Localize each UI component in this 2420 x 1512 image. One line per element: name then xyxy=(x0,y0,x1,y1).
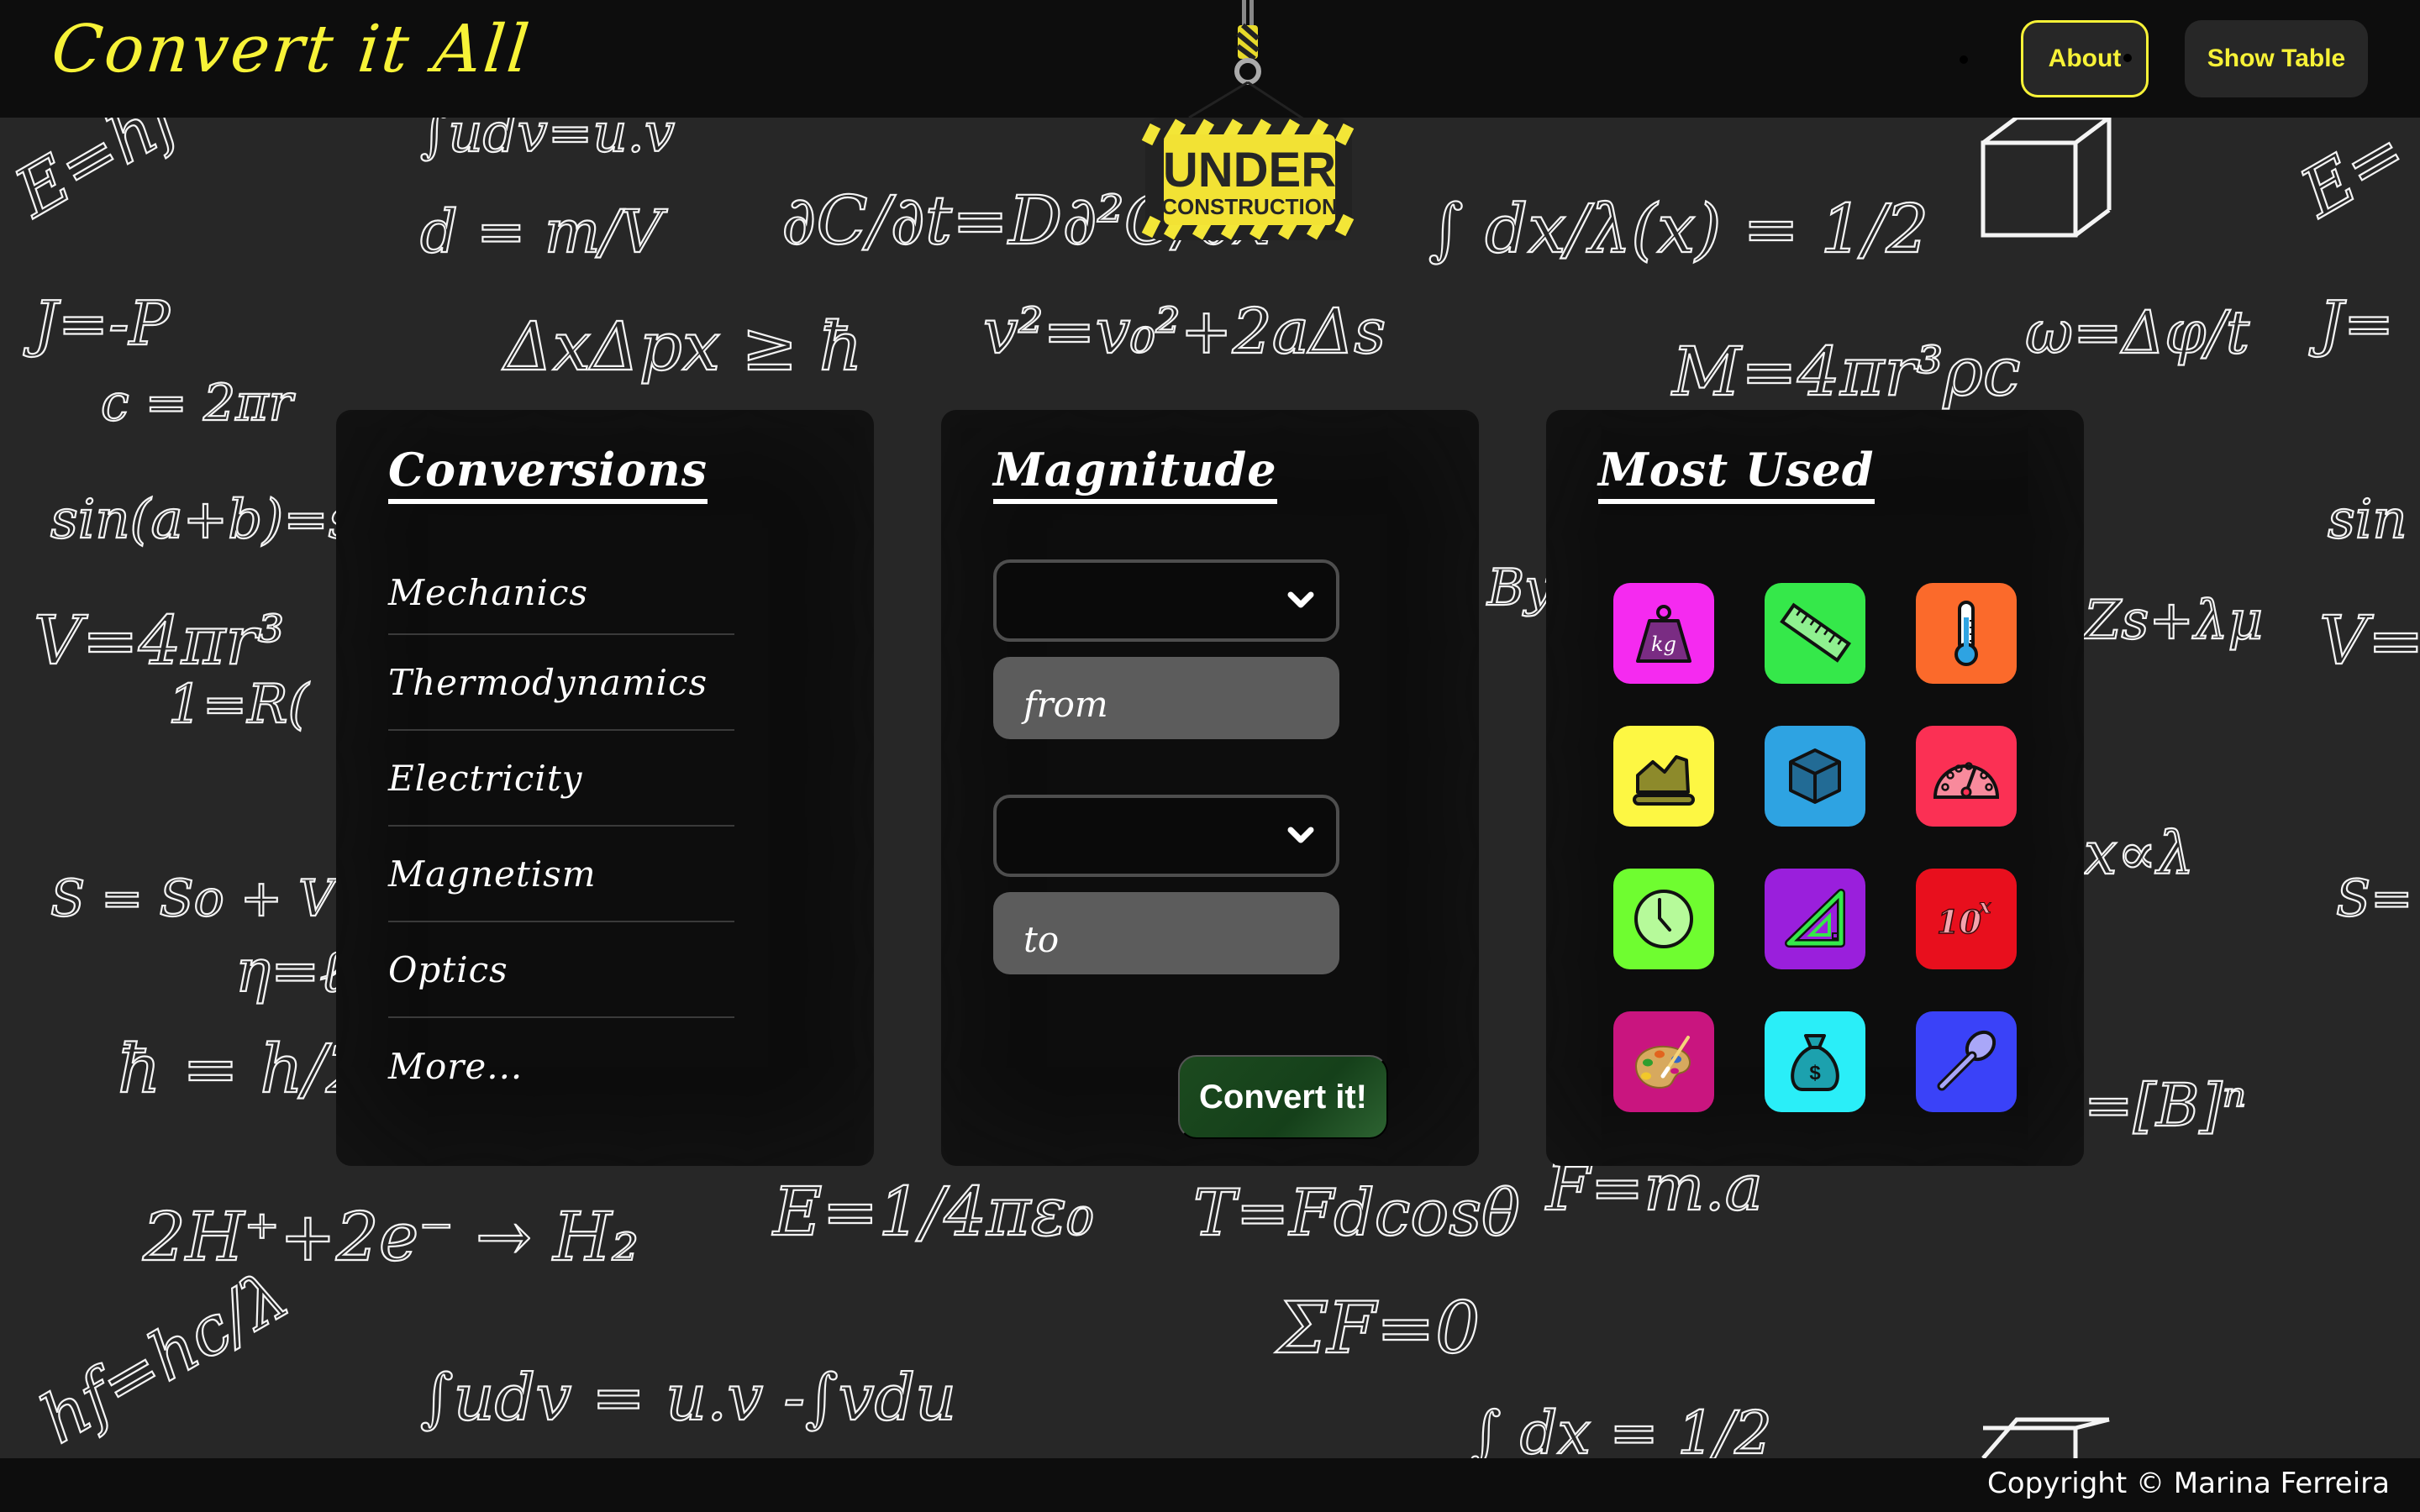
sign-line-2: CONSTRUCTION xyxy=(1161,194,1337,219)
to-value-input[interactable]: to xyxy=(993,892,1339,974)
color-palette-icon xyxy=(1634,1036,1691,1089)
from-unit-select[interactable] xyxy=(993,559,1339,642)
conversion-item-more[interactable]: More... xyxy=(388,1018,734,1114)
svg-text:E=1/4πε₀: E=1/4πε₀ xyxy=(771,1173,1094,1251)
under-construction-sign: UNDER CONSTRUCTION xyxy=(1139,0,1357,244)
most-used-title: Most Used xyxy=(1598,444,1875,505)
svg-text:T=Fdcosθ: T=Fdcosθ xyxy=(1193,1175,1520,1250)
svg-text:By: By xyxy=(1486,559,1554,617)
svg-text:ω=Δφ/t: ω=Δφ/t xyxy=(2025,298,2250,367)
svg-text:v²=v₀²+2aΔs: v²=v₀²+2aΔs xyxy=(983,296,1386,368)
svg-text:M=4πr³ρc: M=4πr³ρc xyxy=(1670,333,2021,411)
conversion-item-magnetism[interactable]: Magnetism xyxy=(388,827,734,922)
conversion-item-mechanics[interactable]: Mechanics xyxy=(388,551,734,635)
page-footer: Copyright © Marina Ferreira xyxy=(0,1458,2420,1512)
svg-text:S = So + V: S = So + V xyxy=(50,869,339,928)
conversions-panel: Conversions Mechanics Thermodynamics Ele… xyxy=(336,410,874,1166)
svg-text:hf=hc/λ: hf=hc/λ xyxy=(28,1256,301,1459)
tile-angle[interactable] xyxy=(1765,869,1865,969)
ten-label: 10 xyxy=(1937,903,1981,941)
temperature-thermometer-icon xyxy=(1954,601,1978,666)
exponent-label: x xyxy=(1978,894,1991,918)
area-land-icon xyxy=(1633,755,1695,806)
angle-set-square-icon xyxy=(1785,889,1845,948)
tile-length[interactable] xyxy=(1765,583,1865,684)
conversion-item-electricity[interactable]: Electricity xyxy=(388,731,734,827)
tile-currency[interactable]: $ xyxy=(1765,1011,1865,1112)
pressure-gauge-icon xyxy=(1933,762,2000,799)
tile-area[interactable] xyxy=(1613,726,1714,827)
conversion-item-thermodynamics[interactable]: Thermodynamics xyxy=(388,635,734,731)
svg-text:V=: V= xyxy=(2319,601,2420,680)
svg-text:∫udv = u.v -∫vdu: ∫udv = u.v -∫vdu xyxy=(420,1360,956,1435)
svg-text:E=: E= xyxy=(2286,112,2418,233)
tile-pressure[interactable] xyxy=(1916,726,2017,827)
currency-money-bag-icon: $ xyxy=(1791,1034,1839,1091)
tile-cooking[interactable] xyxy=(1916,1011,2017,1112)
svg-text:c = 2πr: c = 2πr xyxy=(101,374,296,433)
tile-time[interactable] xyxy=(1613,869,1714,969)
most-used-panel: Most Used kg 10 x $ xyxy=(1546,410,2084,1166)
show-table-button[interactable]: Show Table xyxy=(2185,20,2368,97)
time-clock-icon xyxy=(1634,890,1693,948)
mass-weight-kg-icon: kg xyxy=(1636,605,1691,663)
cooking-spoon-icon xyxy=(1937,1030,1996,1091)
from-value-input[interactable]: from xyxy=(993,657,1339,739)
nav-dot xyxy=(1960,55,1968,64)
tile-color[interactable] xyxy=(1613,1011,1714,1112)
conversion-item-optics[interactable]: Optics xyxy=(388,922,734,1018)
svg-text:ΣF=0: ΣF=0 xyxy=(1275,1287,1481,1369)
svg-text:J=: J= xyxy=(2308,288,2394,359)
svg-text:x∝λ: x∝λ xyxy=(2084,819,2194,888)
tile-mass[interactable]: kg xyxy=(1613,583,1714,684)
svg-text:1=R(: 1=R( xyxy=(168,674,311,736)
sign-line-1: UNDER xyxy=(1163,143,1336,197)
svg-text:∫ dx = 1/2: ∫ dx = 1/2 xyxy=(1470,1399,1772,1467)
svg-text:sin(a+b)=s: sin(a+b)=s xyxy=(50,489,356,551)
chevron-down-icon xyxy=(1287,591,1314,608)
svg-text:ΔxΔpx ≥ ħ: ΔxΔpx ≥ ħ xyxy=(502,307,862,386)
length-ruler-icon xyxy=(1780,602,1852,663)
convert-button[interactable]: Convert it! xyxy=(1178,1055,1388,1139)
svg-text:=[B]ⁿ: =[B]ⁿ xyxy=(2084,1071,2246,1140)
conversions-list: Mechanics Thermodynamics Electricity Mag… xyxy=(388,551,734,1114)
svg-text:d = m/V: d = m/V xyxy=(420,197,668,266)
volume-cube-icon xyxy=(1789,748,1841,804)
app-title[interactable]: Convert it All xyxy=(48,12,534,87)
kg-label: kg xyxy=(1651,633,1676,656)
svg-text:V=4πr³: V=4πr³ xyxy=(34,601,285,680)
conversions-title: Conversions xyxy=(388,444,708,505)
tile-volume[interactable] xyxy=(1765,726,1865,827)
svg-text:∫ dx/λ(x) = 1/2: ∫ dx/λ(x) = 1/2 xyxy=(1428,190,1928,268)
dollar-label: $ xyxy=(1809,1062,1821,1084)
svg-text:S=: S= xyxy=(2336,869,2412,928)
to-unit-select[interactable] xyxy=(993,795,1339,877)
nav-dot xyxy=(2123,54,2132,62)
svg-text:Zs+λμ: Zs+λμ xyxy=(2082,590,2263,652)
tile-temperature[interactable] xyxy=(1916,583,2017,684)
magnitude-title: Magnitude xyxy=(993,444,1277,505)
svg-text:J=-P: J=-P xyxy=(23,288,171,359)
scientific-notation-icon: 10 x xyxy=(1936,894,1991,942)
svg-text:η=ℓ: η=ℓ xyxy=(235,937,345,1005)
svg-text:sin: sin xyxy=(2328,489,2407,551)
magnitude-panel: Magnitude from to Convert it! xyxy=(941,410,1479,1166)
svg-text:2H⁺+2e⁻ → H₂: 2H⁺+2e⁻ → H₂ xyxy=(142,1198,639,1276)
chevron-down-icon xyxy=(1287,827,1314,843)
copyright-text: Copyright © Marina Ferreira xyxy=(1987,1467,2390,1500)
tile-scientific-notation[interactable]: 10 x xyxy=(1916,869,2017,969)
most-used-grid: kg 10 x $ xyxy=(1613,583,2017,1112)
